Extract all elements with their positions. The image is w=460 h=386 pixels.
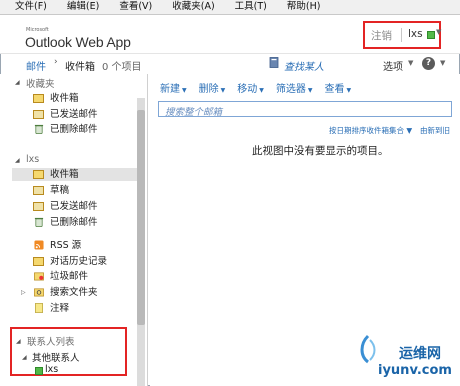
search-folder-icon <box>34 288 44 297</box>
favorite-inbox[interactable]: 收件箱 <box>0 92 137 105</box>
expand-triangle-icon[interactable]: ▷ <box>21 289 26 296</box>
drafts-folder-icon <box>33 186 44 195</box>
search-input[interactable]: 搜索整个邮箱 <box>158 101 452 118</box>
folder-conversation-history[interactable]: 对话历史记录 <box>0 255 137 268</box>
rss-icon <box>34 240 44 250</box>
item-count: 0 个项目 <box>102 62 142 73</box>
menu-favorites[interactable]: 收藏夹(A) <box>160 0 222 14</box>
favorites-group-title[interactable]: 收藏夹 <box>26 76 55 90</box>
collapse-triangle-icon[interactable]: ◢ <box>16 338 21 345</box>
breadcrumb-mail[interactable]: 邮件 <box>26 58 46 73</box>
delete-button[interactable]: 删除 ▼ <box>199 80 226 95</box>
sort-by-link[interactable]: 按日期排序收件箱集合 ▼ <box>329 125 412 136</box>
favorite-sent[interactable]: 已发送邮件 <box>0 108 137 121</box>
find-people-link[interactable]: 查找某人 <box>284 58 324 73</box>
junk-folder-icon <box>34 272 44 281</box>
sent-folder-icon <box>33 110 44 119</box>
watermark-logo-icon <box>360 334 376 364</box>
message-list-pane <box>150 74 460 386</box>
signout-link[interactable]: 注销 <box>371 28 392 43</box>
watermark-url: iyunv.com <box>378 363 452 378</box>
account-separator <box>401 28 402 42</box>
collapse-triangle-icon[interactable]: ◢ <box>15 79 20 86</box>
chevron-down-icon[interactable]: ▼ <box>440 59 445 67</box>
folder-junk[interactable]: 垃圾邮件 <box>0 270 137 283</box>
contacts-subgroup-title[interactable]: 其他联系人 <box>32 350 80 364</box>
sort-order-link[interactable]: 由新到旧 <box>420 125 450 136</box>
folder-search-folders[interactable]: 搜索文件夹 <box>28 286 137 299</box>
folder-icon <box>33 94 44 103</box>
folder-inbox[interactable]: 收件箱 <box>12 168 137 181</box>
trash-icon <box>34 124 44 134</box>
folder-icon <box>33 257 44 266</box>
empty-view-message: 此视图中没有要显示的项目。 <box>252 145 389 157</box>
watermark-name: 运维网 <box>399 346 441 362</box>
folder-notes[interactable]: 注释 <box>0 302 137 315</box>
address-book-icon[interactable] <box>269 57 279 68</box>
folder-deleted[interactable]: 已删除邮件 <box>0 216 137 229</box>
folder-rss[interactable]: RSS 源 <box>0 239 137 252</box>
breadcrumb-separator: › <box>54 57 58 67</box>
menu-help[interactable]: 帮助(H) <box>275 0 329 14</box>
folder-drafts[interactable]: 草稿 <box>0 184 137 197</box>
menu-edit[interactable]: 编辑(E) <box>55 0 107 14</box>
chevron-down-icon[interactable]: ▼ <box>436 28 441 36</box>
menu-file[interactable]: 文件(F) <box>0 0 55 14</box>
favorite-deleted[interactable]: 已删除邮件 <box>0 123 137 136</box>
notes-icon <box>35 303 43 313</box>
folder-sent[interactable]: 已发送邮件 <box>0 200 137 213</box>
new-button[interactable]: 新建 ▼ <box>160 80 187 95</box>
collapse-triangle-icon[interactable]: ◢ <box>22 354 27 361</box>
help-icon[interactable]: ? <box>422 57 435 70</box>
menu-bar: 文件(F) 编辑(E) 查看(V) 收藏夹(A) 工具(T) 帮助(H) <box>0 0 460 15</box>
view-button[interactable]: 查看 ▼ <box>325 80 352 95</box>
contact-item[interactable]: lxs <box>45 364 58 375</box>
user-name[interactable]: lxs <box>408 28 423 40</box>
scrollbar-thumb[interactable] <box>137 110 145 325</box>
menu-tools[interactable]: 工具(T) <box>223 0 275 14</box>
contacts-group-title[interactable]: 联系人列表 <box>27 334 75 348</box>
breadcrumb: 邮件 › 收件箱 0 个项目 查找某人 选项 ▼ ? ▼ <box>0 54 460 74</box>
move-button[interactable]: 移动 ▼ <box>237 80 264 95</box>
folder-icon <box>33 170 44 179</box>
options-menu[interactable]: 选项 <box>383 58 403 73</box>
sent-folder-icon <box>33 202 44 211</box>
presence-icon <box>427 31 435 39</box>
search-placeholder: 搜索整个邮箱 <box>165 107 223 118</box>
pane-divider <box>147 74 148 386</box>
collapse-triangle-icon[interactable]: ◢ <box>15 157 20 164</box>
filter-button[interactable]: 筛选器 ▼ <box>276 80 313 95</box>
app-logo: Outlook Web App <box>25 34 131 50</box>
presence-icon <box>35 367 43 375</box>
logo-vendor: Microsoft <box>26 27 49 33</box>
menu-view[interactable]: 查看(V) <box>107 0 160 14</box>
chevron-down-icon[interactable]: ▼ <box>408 59 413 67</box>
message-toolbar: 新建 ▼ 删除 ▼ 移动 ▼ 筛选器 ▼ 查看 ▼ <box>160 80 363 95</box>
trash-icon <box>34 217 44 227</box>
mailbox-group-title[interactable]: lxs <box>26 154 39 165</box>
breadcrumb-inbox: 收件箱 <box>65 62 95 73</box>
